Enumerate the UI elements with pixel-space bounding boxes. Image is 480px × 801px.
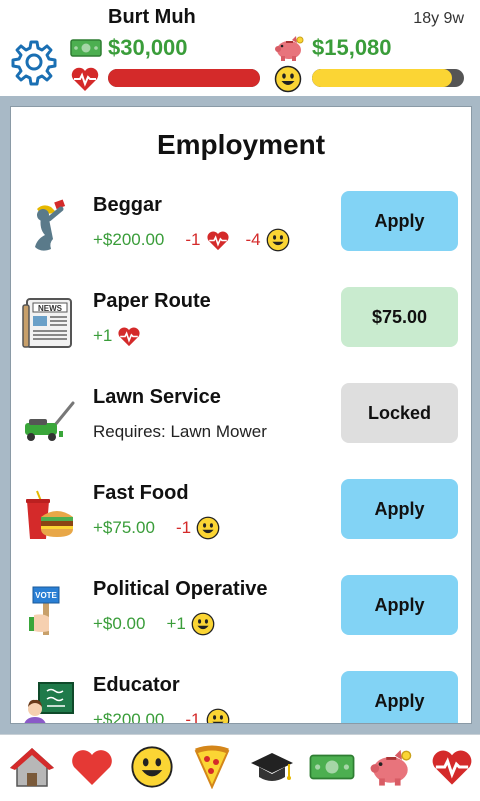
savings-amount: $15,080 (312, 35, 392, 60)
svg-text:VOTE: VOTE (35, 591, 57, 600)
job-title: Paper Route (93, 290, 211, 312)
money-icon[interactable] (308, 743, 356, 791)
vote-sign-icon: VOTE (21, 583, 77, 639)
health-bar (108, 69, 260, 87)
newspaper-icon: NEWS (21, 295, 77, 351)
job-row: VOTE Political Operative +$0.00 +1 Apply (11, 575, 471, 671)
salary-value: +$0.00 (93, 614, 146, 633)
job-row: Lawn Service Requires: Lawn Mower Locked (11, 383, 471, 479)
money-icon (70, 38, 102, 58)
bottom-nav (0, 734, 480, 801)
heart-icon[interactable] (68, 743, 116, 791)
job-title: Fast Food (93, 482, 189, 504)
happiness-bar (312, 69, 464, 87)
graduation-cap-icon[interactable] (248, 743, 296, 791)
job-row: Beggar +$200.00 -1 -4 Apply (11, 191, 471, 287)
happiness-icon (274, 65, 302, 93)
content-frame: Employment Beggar +$200.00 -1 -4 Apply N… (0, 96, 480, 734)
smiley-icon (206, 708, 230, 723)
smiley-icon (191, 612, 215, 636)
apply-button[interactable]: Apply (341, 191, 458, 251)
svg-text:NEWS: NEWS (38, 304, 63, 313)
salary-value: +$75.00 (93, 518, 155, 537)
job-stats: +1 (93, 323, 157, 349)
fast-food-icon (21, 487, 77, 543)
smiley-icon (196, 516, 220, 540)
job-stats: +$200.00 -1 -4 (93, 227, 306, 253)
job-row: Educator +$200.00 -1 Apply (11, 671, 471, 724)
job-title: Lawn Service (93, 386, 221, 408)
apply-button[interactable]: Apply (341, 479, 458, 539)
apply-button[interactable]: Apply (341, 575, 458, 635)
job-stats: +$75.00 -1 (93, 515, 236, 541)
salary-value: +$200.00 (93, 230, 165, 249)
piggy-bank-icon[interactable] (368, 743, 416, 791)
happiness-change-value: -1 (185, 710, 201, 724)
salary-value: +$200.00 (93, 710, 165, 724)
job-row: NEWS Paper Route +1 $75.00 (11, 287, 471, 383)
happiness-bar-fill (312, 69, 452, 87)
settings-gear-icon[interactable] (10, 38, 58, 86)
heart-icon (206, 230, 230, 251)
job-requirement: Requires: Lawn Mower (93, 419, 267, 445)
happiness-change-value: +1 (166, 614, 186, 633)
happiness-change-value: -4 (245, 230, 261, 249)
happiness-change-value: -1 (175, 518, 192, 537)
health-change-value: +1 (93, 326, 113, 345)
heart-icon (117, 326, 141, 347)
smiley-icon (266, 228, 290, 252)
character-name: Burt Muh (108, 6, 196, 28)
job-title: Political Operative (93, 578, 268, 600)
money-amount: $30,000 (108, 35, 188, 60)
job-title: Educator (93, 674, 180, 696)
locked-button[interactable]: Locked (341, 383, 458, 443)
health-bar-fill (108, 69, 260, 87)
lawn-mower-icon (21, 391, 77, 447)
educator-icon (21, 679, 77, 723)
status-header: Burt Muh 18y 9w $30,000 $15,080 (0, 0, 480, 96)
requirement-text: Requires: Lawn Mower (93, 422, 267, 441)
piggy-bank-icon (274, 34, 306, 62)
smiley-icon[interactable] (128, 743, 176, 791)
page-title: Employment (156, 129, 326, 160)
promotion-button[interactable]: $75.00 (341, 287, 458, 347)
health-icon (70, 66, 100, 92)
job-title: Beggar (93, 194, 162, 216)
heart-pulse-icon[interactable] (428, 743, 476, 791)
character-age: 18y 9w (413, 10, 464, 27)
job-stats: +$0.00 +1 (93, 611, 231, 637)
home-icon[interactable] (8, 743, 56, 791)
job-stats: +$200.00 -1 (93, 707, 246, 724)
beggar-icon (21, 199, 77, 255)
employment-panel[interactable]: Employment Beggar +$200.00 -1 -4 Apply N… (10, 106, 472, 724)
job-row: Fast Food +$75.00 -1 Apply (11, 479, 471, 575)
health-change-value: -1 (185, 230, 201, 249)
apply-button[interactable]: Apply (341, 671, 458, 723)
pizza-icon[interactable] (188, 743, 236, 791)
